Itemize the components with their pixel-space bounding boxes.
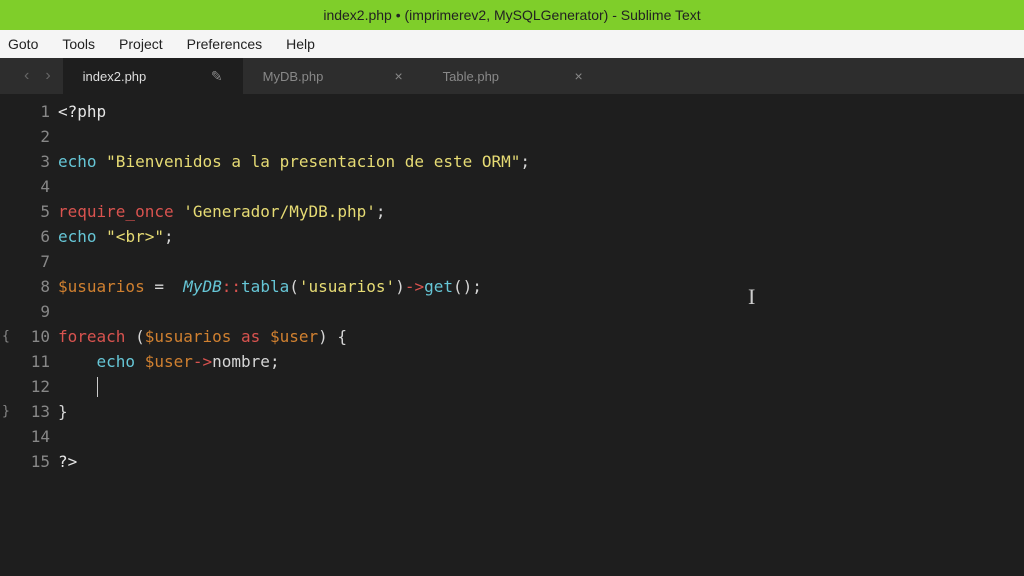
code-line: foreach ($usuarios as $user) { (58, 324, 1024, 349)
menu-project[interactable]: Project (119, 36, 163, 52)
code-line: ?> (58, 449, 1024, 474)
code-line: echo $user->nombre; (58, 349, 1024, 374)
code-line (58, 374, 1024, 399)
line-num: 7 (10, 249, 50, 274)
code-line (58, 174, 1024, 199)
code-line: } (58, 399, 1024, 424)
menu-goto[interactable]: Goto (8, 36, 38, 52)
line-number-gutter: 1 2 3 4 5 6 7 8 9 {10 11 12 }13 14 15 (0, 94, 58, 576)
nav-back-icon[interactable]: ‹ (24, 67, 29, 85)
code-area[interactable]: <?php echo "Bienvenidos a la presentacio… (58, 94, 1024, 576)
tab-label: index2.php (83, 69, 147, 84)
mouse-text-cursor-icon: I (748, 284, 755, 309)
line-num: 2 (10, 124, 50, 149)
tab-table[interactable]: Table.php × (423, 58, 603, 94)
tab-label: MyDB.php (263, 69, 324, 84)
dirty-indicator-icon: ✎ (211, 68, 223, 85)
code-line: $usuarios = MyDB::tabla('usuarios')->get… (58, 274, 1024, 299)
close-tab-icon[interactable]: × (574, 68, 582, 84)
fold-open-icon[interactable]: { (2, 324, 10, 349)
menu-bar: Goto Tools Project Preferences Help (0, 30, 1024, 58)
text-caret (97, 377, 98, 397)
menu-tools[interactable]: Tools (62, 36, 95, 52)
line-num: 4 (10, 174, 50, 199)
code-editor[interactable]: 1 2 3 4 5 6 7 8 9 {10 11 12 }13 14 15 <?… (0, 94, 1024, 576)
code-line: <?php (58, 99, 1024, 124)
line-num: 11 (10, 349, 50, 374)
line-num: 12 (10, 374, 50, 399)
code-line: echo "Bienvenidos a la presentacion de e… (58, 149, 1024, 174)
window-title-bar: index2.php • (imprimerev2, MySQLGenerato… (0, 0, 1024, 30)
code-line (58, 249, 1024, 274)
menu-preferences[interactable]: Preferences (187, 36, 262, 52)
nav-arrows: ‹ › (12, 67, 63, 85)
tab-mydb[interactable]: MyDB.php × (243, 58, 423, 94)
line-num: 9 (10, 299, 50, 324)
tab-label: Table.php (443, 69, 499, 84)
tab-index2[interactable]: index2.php ✎ (63, 58, 243, 94)
line-num: 1 (10, 99, 50, 124)
code-line: require_once 'Generador/MyDB.php'; (58, 199, 1024, 224)
line-num: 14 (10, 424, 50, 449)
nav-forward-icon[interactable]: › (45, 67, 50, 85)
window-title: index2.php • (imprimerev2, MySQLGenerato… (323, 7, 700, 23)
code-line (58, 424, 1024, 449)
fold-close-icon[interactable]: } (2, 399, 10, 424)
line-num: 5 (10, 199, 50, 224)
line-num: }13 (10, 399, 50, 424)
line-num: 3 (10, 149, 50, 174)
code-line (58, 299, 1024, 324)
tab-bar: ‹ › index2.php ✎ MyDB.php × Table.php × (0, 58, 1024, 94)
line-num: 6 (10, 224, 50, 249)
code-line: echo "<br>"; (58, 224, 1024, 249)
code-line (58, 124, 1024, 149)
line-num: 15 (10, 449, 50, 474)
close-tab-icon[interactable]: × (394, 68, 402, 84)
line-num: 8 (10, 274, 50, 299)
line-num: {10 (10, 324, 50, 349)
menu-help[interactable]: Help (286, 36, 315, 52)
